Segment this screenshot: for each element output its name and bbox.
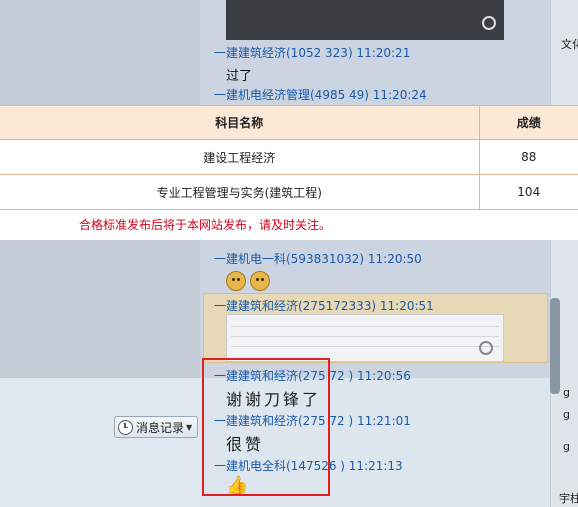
score-table: 科目名称 成绩 建设工程经济 88 专业工程管理与实务(建筑工程) 104 <box>0 105 578 210</box>
notice-text: 合格标准发布后将于本网站发布，请及时关注。 <box>79 218 332 232</box>
quoted-image[interactable] <box>226 314 504 362</box>
score-cell: 88 <box>479 139 578 175</box>
score-cell: 104 <box>479 174 578 210</box>
message-sender[interactable]: 一建机电一科(593831032) 11:20:50 <box>214 250 422 267</box>
score-header: 成绩 <box>479 105 578 140</box>
quoted-image-row <box>231 339 499 347</box>
score-panel: 科目名称 成绩 建设工程经济 88 专业工程管理与实务(建筑工程) 104 合格… <box>0 105 578 240</box>
subject-header: 科目名称 <box>0 105 480 140</box>
subject-cell: 建设工程经济 <box>0 139 480 175</box>
right-strip-text: g <box>563 386 570 399</box>
right-strip-text: g <box>563 440 570 453</box>
message-sender[interactable]: 一建建筑经济(1052 323) 11:20:21 <box>214 44 410 61</box>
message-sender[interactable]: 一建建筑和经济(275172333) 11:20:51 <box>214 297 434 314</box>
message-text: 过了 <box>226 69 253 84</box>
message-history-label: 消息记录 <box>136 420 185 435</box>
right-strip-text: 文化 <box>561 38 578 51</box>
message-history-button[interactable]: 消息记录 ▼ <box>114 416 198 438</box>
right-strip: 文化 g g g 宇柱 <box>550 0 578 507</box>
quoted-image-row <box>231 329 499 337</box>
zoom-icon[interactable] <box>482 16 496 30</box>
right-strip-text: 宇柱 <box>559 492 578 505</box>
clock-icon <box>118 419 133 435</box>
left-pane-lower <box>0 378 200 507</box>
emoji-icon <box>226 271 246 291</box>
table-row: 建设工程经济 88 <box>0 139 578 175</box>
message-sender[interactable]: 一建机电经济管理(4985 49) 11:20:24 <box>214 86 427 103</box>
emoji-icon <box>250 271 270 291</box>
highlight-box <box>202 358 330 496</box>
table-row: 专业工程管理与实务(建筑工程) 104 <box>0 174 578 210</box>
image-thumbnail[interactable] <box>226 0 504 40</box>
chevron-down-icon: ▼ <box>186 422 193 432</box>
zoom-icon[interactable] <box>479 341 493 355</box>
subject-cell: 专业工程管理与实务(建筑工程) <box>0 174 480 210</box>
right-strip-text: g <box>563 408 570 421</box>
chat-scrollbar[interactable] <box>550 298 560 394</box>
quoted-image-row <box>231 319 499 327</box>
